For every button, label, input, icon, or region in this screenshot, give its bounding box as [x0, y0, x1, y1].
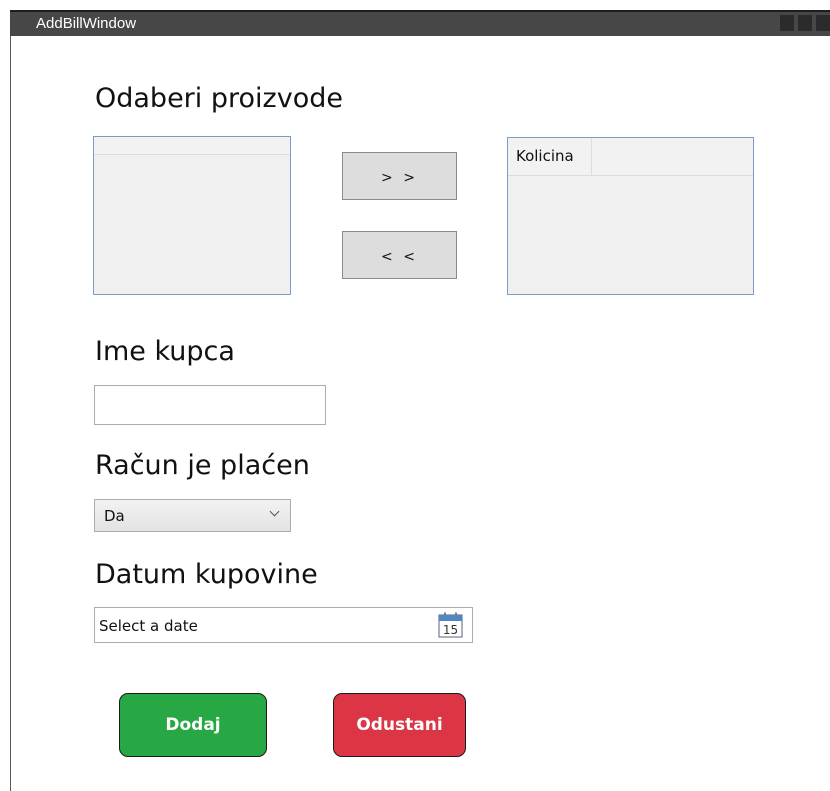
chevron-down-icon — [269, 506, 280, 517]
remove-product-button[interactable]: < < — [342, 231, 457, 279]
bill-paid-value: Da — [104, 507, 125, 525]
window-border — [10, 36, 11, 791]
cancel-button[interactable]: Odustani — [333, 693, 466, 757]
customer-name-label: Ime kupca — [95, 336, 235, 367]
bill-paid-label: Račun je plaćen — [95, 450, 310, 481]
column-header-kolicina[interactable]: Kolicina — [508, 138, 592, 175]
selected-products-list[interactable]: Kolicina — [507, 137, 754, 295]
purchase-date-label: Datum kupovine — [95, 559, 318, 590]
selected-products-header: Kolicina — [508, 138, 753, 176]
window-title: AddBillWindow — [36, 15, 137, 32]
available-products-header — [94, 137, 290, 155]
available-products-list[interactable] — [93, 136, 291, 295]
window-controls — [780, 15, 830, 31]
calendar-icon[interactable]: 15 — [438, 612, 463, 638]
close-button[interactable] — [816, 15, 830, 31]
maximize-button[interactable] — [798, 15, 812, 31]
add-product-button[interactable]: > > — [342, 152, 457, 200]
products-heading: Odaberi proizvode — [95, 83, 343, 114]
minimize-button[interactable] — [780, 15, 794, 31]
add-button[interactable]: Dodaj — [119, 693, 267, 757]
add-bill-window: AddBillWindow Odaberi proizvode > > < < … — [0, 0, 830, 791]
calendar-day: 15 — [443, 623, 458, 637]
title-bar[interactable]: AddBillWindow — [10, 10, 830, 36]
purchase-date-picker[interactable]: Select a date 15 — [94, 607, 473, 643]
customer-name-input[interactable] — [94, 385, 326, 425]
bill-paid-select[interactable]: Da — [94, 499, 291, 532]
purchase-date-placeholder: Select a date — [99, 617, 198, 635]
